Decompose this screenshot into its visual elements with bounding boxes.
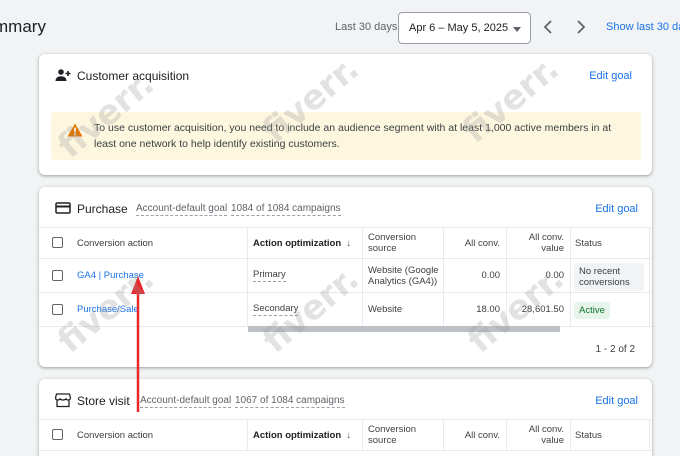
conversion-source: Website (368, 304, 403, 315)
conversion-source: Website (Google Analytics (GA4)) (368, 264, 439, 287)
card-title: Purchase (77, 202, 128, 216)
edit-goal-link[interactable]: Edit goal (595, 203, 638, 215)
col-conversion-source[interactable]: Conversion source (368, 420, 443, 450)
campaign-count[interactable]: 1067 of 1084 campaigns (235, 395, 345, 408)
select-all-checkbox[interactable] (52, 237, 63, 248)
status-badge: No recent conversions (574, 263, 644, 291)
purchase-card: Purchase Account-default goal 1084 of 10… (39, 187, 652, 367)
warning-text: To use customer acquisition, you need to… (94, 122, 612, 150)
chevron-right-icon[interactable] (575, 19, 587, 35)
warning-banner: To use customer acquisition, you need to… (51, 112, 641, 160)
col-status[interactable]: Status (575, 228, 645, 258)
all-conv-value-amount: 0.00 (545, 270, 565, 281)
top-bar: mmary Last 30 days Apr 6 – May 5, 2025 S… (0, 0, 680, 54)
edit-goal-link[interactable]: Edit goal (595, 395, 638, 407)
store-visit-card: Store visit Account-default goal 1067 of… (39, 379, 652, 456)
table-row: GA4 | Purchase Primary Website (Google An… (39, 259, 652, 293)
col-label-line2: value (541, 243, 564, 254)
warning-icon (67, 123, 83, 137)
status-badge: Active (574, 302, 610, 319)
col-action-optimization[interactable]: Action optimization ↓ (253, 228, 363, 258)
action-optimization[interactable]: Primary (253, 259, 358, 292)
arrow-down-icon: ↓ (346, 237, 352, 249)
col-conversion-action[interactable]: Conversion action (77, 228, 247, 258)
col-label-line1: All conv. (528, 424, 564, 435)
col-label-line2: value (541, 435, 564, 446)
horizontal-scrollbar[interactable] (248, 326, 560, 332)
caret-down-icon (513, 27, 521, 32)
card-header: Store visit Account-default goal 1067 of… (39, 379, 652, 419)
edit-goal-link[interactable]: Edit goal (589, 70, 632, 82)
goal-type-label[interactable]: Account-default goal (140, 395, 232, 408)
date-range-value: Apr 6 – May 5, 2025 (409, 22, 509, 34)
select-all-checkbox[interactable] (52, 429, 63, 440)
date-range-label: Last 30 days (335, 21, 398, 33)
chevron-left-icon[interactable] (542, 19, 554, 35)
col-conversion-action[interactable]: Conversion action (77, 420, 247, 450)
col-label-line1: Conversion (368, 232, 417, 243)
col-status[interactable]: Status (575, 420, 645, 450)
col-label-line2: source (368, 435, 397, 446)
row-checkbox[interactable] (52, 270, 63, 281)
campaign-count[interactable]: 1084 of 1084 campaigns (231, 203, 341, 216)
customer-acquisition-card: Customer acquisition Edit goal To use cu… (39, 54, 652, 175)
col-all-conv-value[interactable]: All conv. value (506, 228, 564, 258)
col-label: Action optimization (253, 429, 342, 441)
all-conv-value: 0.00 (481, 270, 501, 281)
table-header: Conversion action Action optimization ↓ C… (39, 419, 652, 451)
storefront-icon (55, 392, 71, 408)
row-checkbox[interactable] (52, 304, 63, 315)
col-label-line1: All conv. (528, 232, 564, 243)
card-header: Customer acquisition Edit goal (39, 54, 652, 94)
col-label: Action optimization (253, 237, 342, 249)
all-conv-value-amount: 28,601.50 (521, 304, 564, 315)
col-all-conv-value[interactable]: All conv. value (506, 420, 564, 450)
col-conversion-source[interactable]: Conversion source (368, 228, 443, 258)
action-optimization[interactable]: Secondary (253, 293, 358, 326)
card-title: Store visit (77, 394, 130, 408)
col-action-optimization[interactable]: Action optimization ↓ (253, 420, 363, 450)
conversion-action-link[interactable]: Purchase/Sale (77, 293, 247, 326)
person-add-icon (55, 67, 71, 83)
card-header: Purchase Account-default goal 1084 of 10… (39, 187, 652, 227)
date-range-select[interactable]: Apr 6 – May 5, 2025 (398, 12, 531, 44)
col-all-conv[interactable]: All conv. (443, 420, 500, 450)
pagination-label: 1 - 2 of 2 (595, 344, 635, 355)
card-title: Customer acquisition (77, 69, 190, 83)
col-all-conv[interactable]: All conv. (443, 228, 500, 258)
page-title: mmary (0, 17, 46, 36)
arrow-down-icon: ↓ (346, 429, 352, 441)
col-label-line1: Conversion (368, 424, 417, 435)
credit-card-icon (55, 200, 71, 216)
show-last-30-days-link[interactable]: Show last 30 days (606, 21, 680, 33)
table-header: Conversion action Action optimization ↓ C… (39, 227, 652, 259)
table-row: Purchase/Sale Secondary Website 18.00 28… (39, 293, 652, 327)
all-conv-value: 18.00 (476, 304, 500, 315)
conversion-action-link[interactable]: GA4 | Purchase (77, 259, 247, 292)
goal-type-label[interactable]: Account-default goal (136, 203, 228, 216)
col-label-line2: source (368, 243, 397, 254)
